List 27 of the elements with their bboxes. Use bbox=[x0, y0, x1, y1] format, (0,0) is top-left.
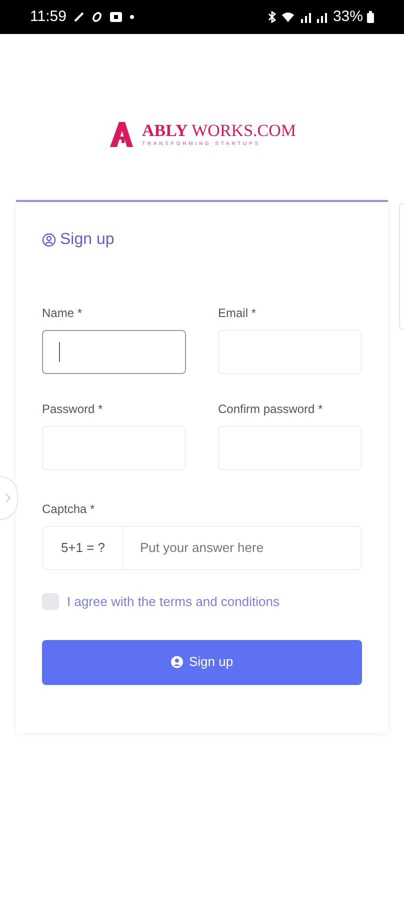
text-cursor bbox=[59, 342, 60, 362]
wifi-icon bbox=[280, 11, 295, 23]
bluetooth-icon bbox=[266, 11, 277, 23]
terms-checkbox[interactable] bbox=[42, 593, 59, 610]
input-field[interactable] bbox=[42, 330, 186, 374]
user-icon bbox=[42, 233, 56, 247]
battery-icon bbox=[367, 11, 374, 23]
logo-brand: ABLY bbox=[142, 121, 188, 141]
logo-icon bbox=[108, 120, 134, 148]
field-label: Name * bbox=[42, 305, 84, 322]
logo-domain: WORKS.COM bbox=[192, 121, 296, 141]
user-icon bbox=[170, 656, 183, 668]
answer-field[interactable]: Put your answer here bbox=[124, 526, 362, 570]
pen-icon bbox=[74, 12, 84, 22]
form-title: Sign up bbox=[60, 230, 114, 250]
video-icon bbox=[110, 12, 122, 22]
field-label: Email * bbox=[218, 305, 258, 322]
field-label: Password * bbox=[42, 401, 104, 418]
field-label: Confirm password * bbox=[218, 401, 324, 418]
chevron-right-icon bbox=[5, 493, 11, 503]
signup-button[interactable]: Sign up bbox=[42, 640, 362, 684]
status-time: 11:59 bbox=[30, 6, 66, 27]
captcha-question: 5+1 = ? bbox=[42, 526, 124, 570]
signal-icon bbox=[298, 11, 329, 23]
terms-label[interactable]: I agree with the terms and conditions bbox=[67, 592, 280, 612]
field-label: Captcha * bbox=[42, 501, 96, 518]
battery-percent: 33% bbox=[332, 6, 363, 27]
